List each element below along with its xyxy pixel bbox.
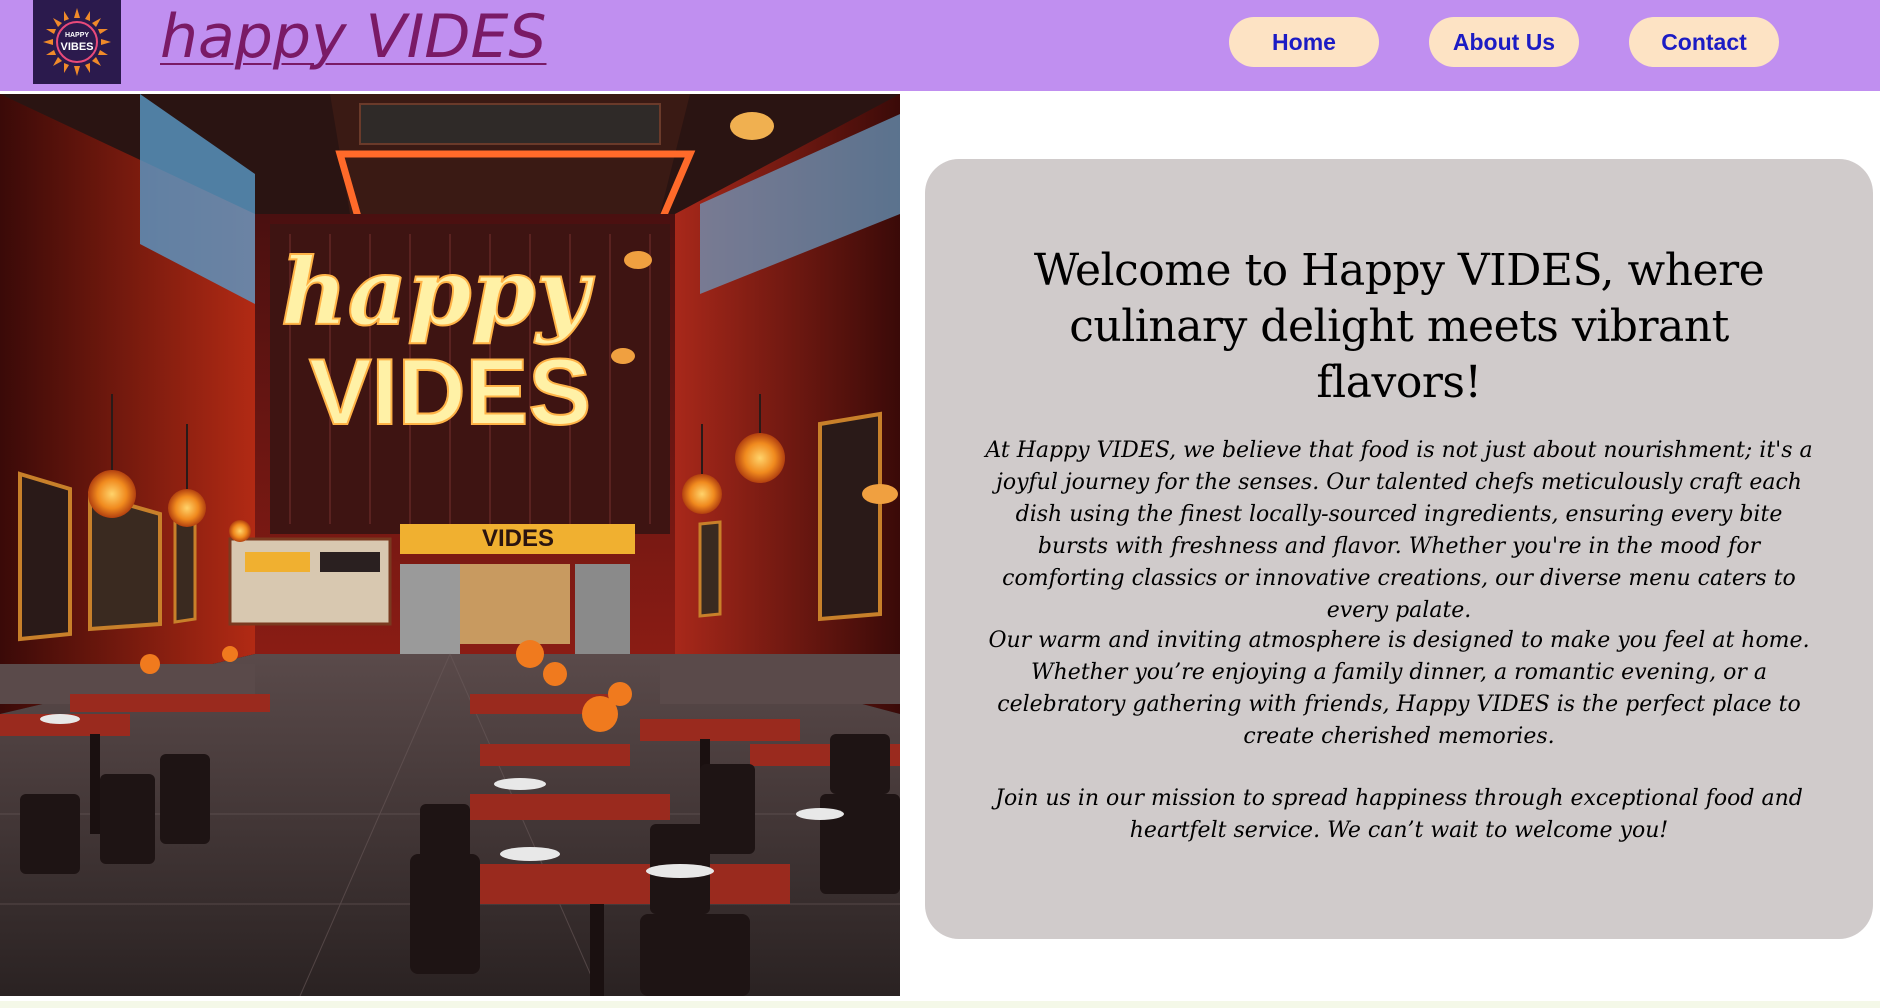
restaurant-hero-image: happy VIDES VIDES bbox=[0, 94, 900, 996]
nav-about-us-button[interactable]: About Us bbox=[1429, 17, 1579, 67]
page-footer-strip bbox=[0, 1001, 1880, 1008]
site-header: HAPPY VIBES happy VIDES Home About Us Co… bbox=[0, 0, 1880, 91]
svg-text:VIDES: VIDES bbox=[309, 339, 591, 444]
welcome-card: Welcome to Happy VIDES, where culinary d… bbox=[925, 159, 1873, 939]
svg-text:VIBES: VIBES bbox=[60, 41, 93, 53]
svg-text:VIDES: VIDES bbox=[482, 525, 554, 552]
welcome-paragraph-1: At Happy VIDES, we believe that food is … bbox=[985, 438, 1813, 623]
restaurant-illustration: happy VIDES VIDES bbox=[0, 94, 900, 996]
nav-home-button[interactable]: Home bbox=[1229, 17, 1379, 67]
welcome-paragraph-2: Our warm and inviting atmosphere is desi… bbox=[988, 628, 1810, 749]
nav-contact-button[interactable]: Contact bbox=[1629, 17, 1779, 67]
welcome-paragraph-3: Join us in our mission to spread happine… bbox=[995, 786, 1803, 843]
svg-text:HAPPY: HAPPY bbox=[65, 32, 89, 39]
svg-text:happy: happy bbox=[281, 238, 595, 346]
site-title-link[interactable]: happy VIDES bbox=[160, 2, 546, 72]
logo[interactable]: HAPPY VIBES bbox=[33, 0, 121, 84]
welcome-heading: Welcome to Happy VIDES, where culinary d… bbox=[1033, 245, 1765, 408]
logo-badge-icon: HAPPY VIBES bbox=[43, 8, 111, 76]
